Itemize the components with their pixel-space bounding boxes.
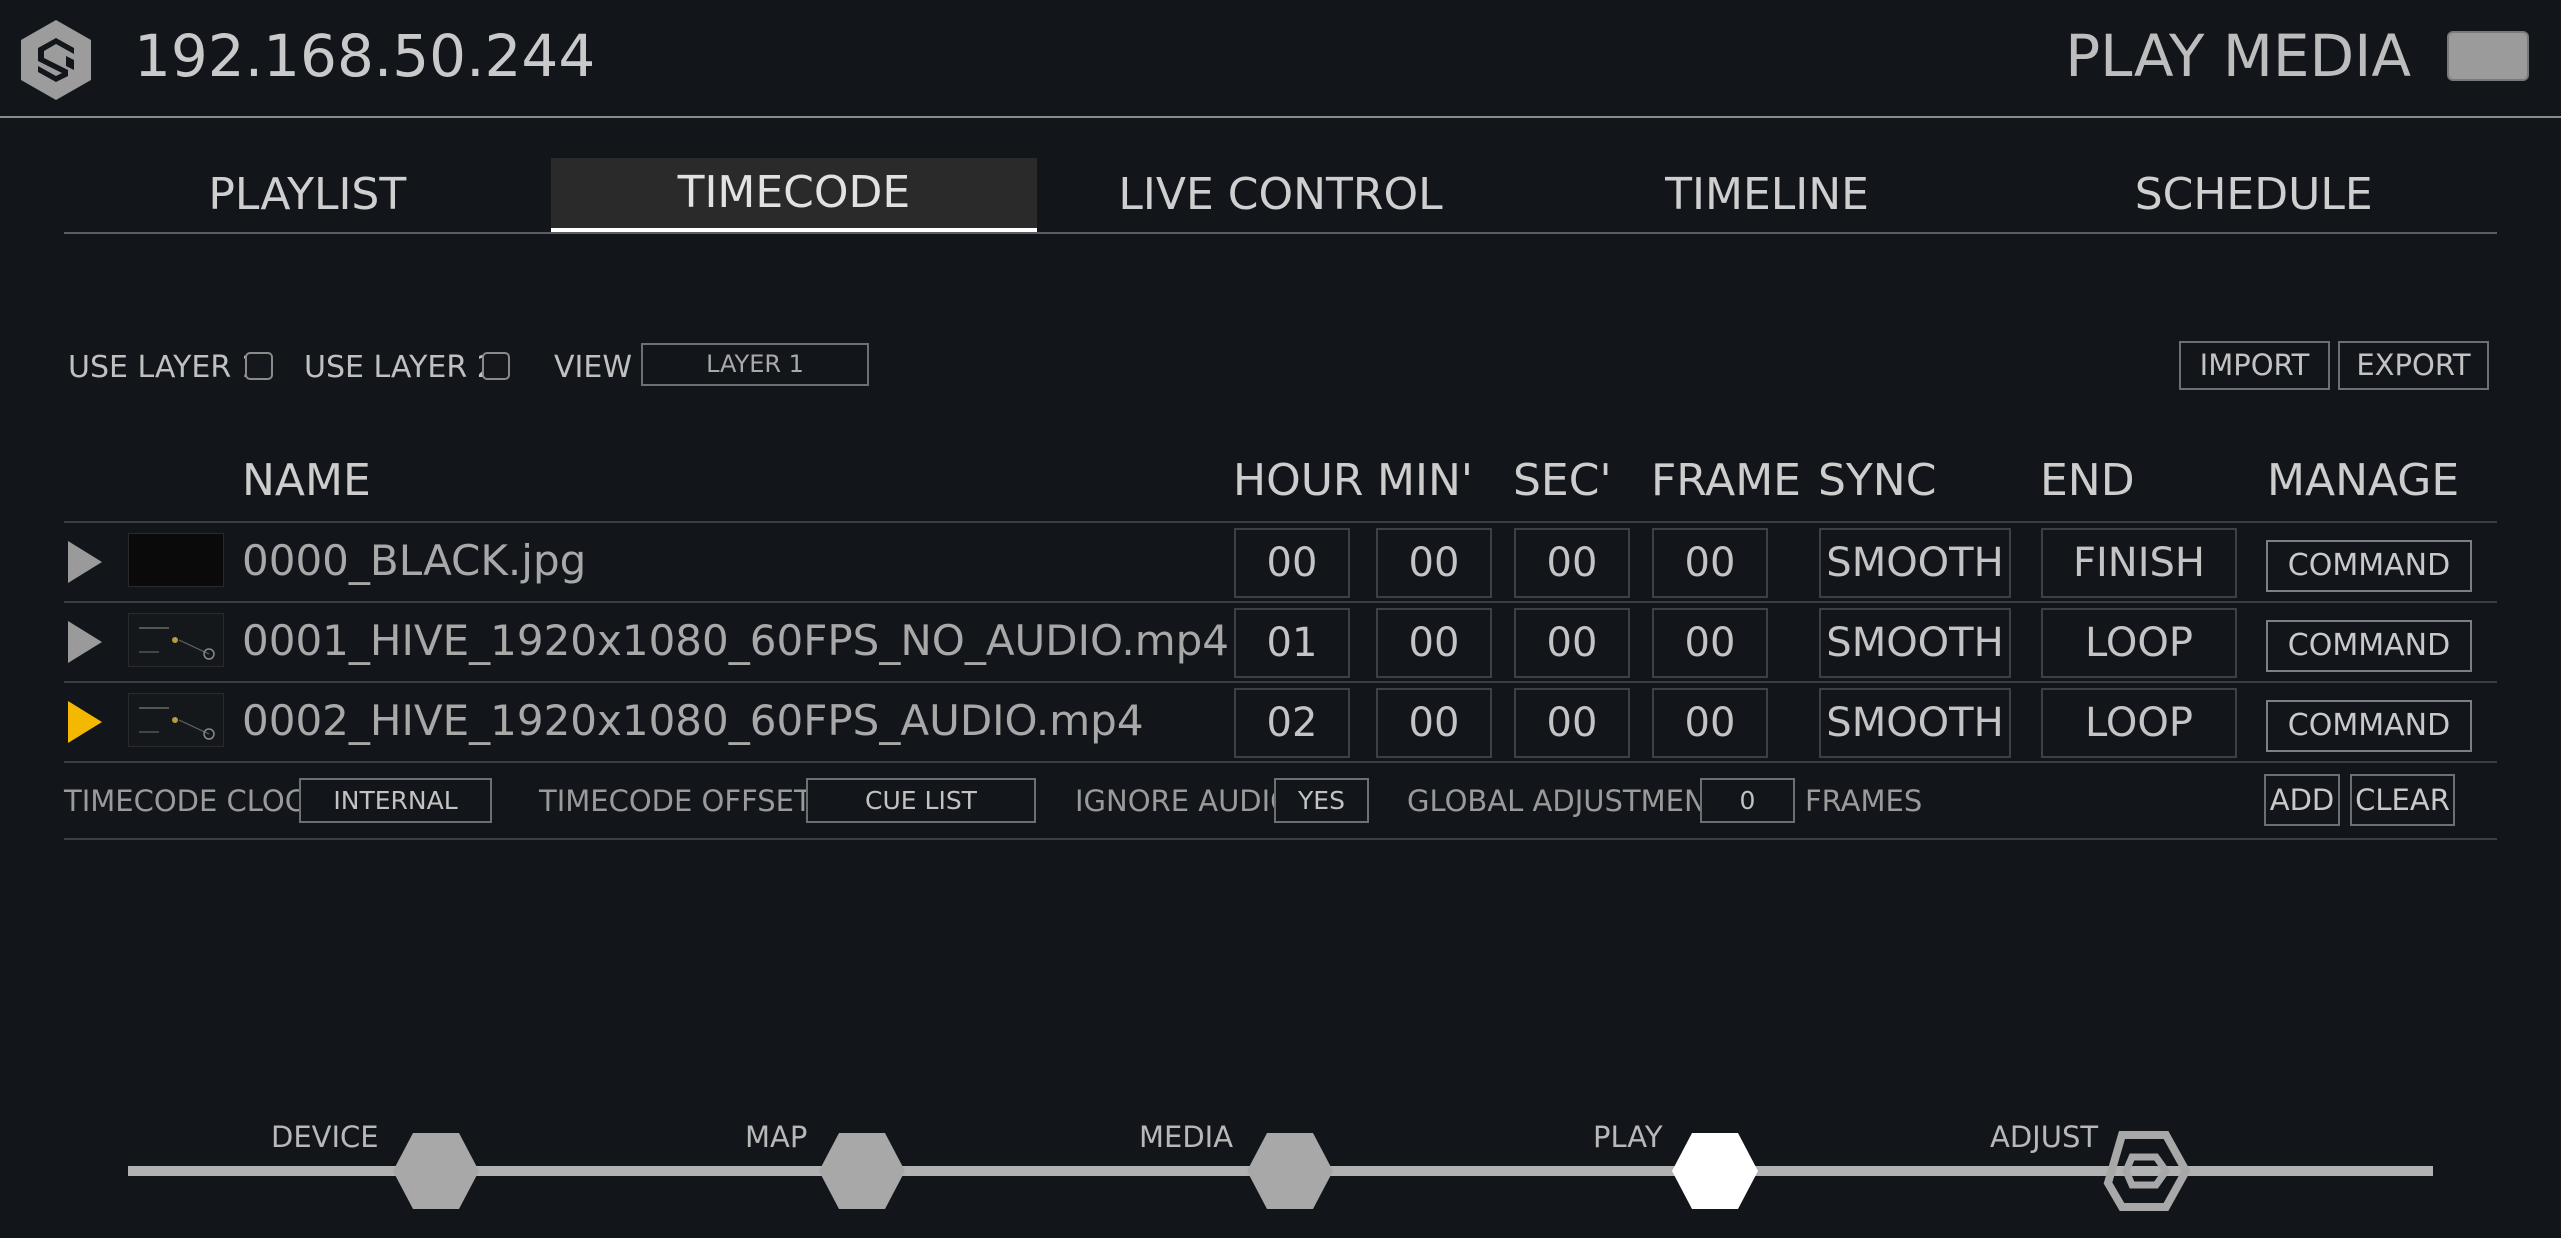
command-button[interactable]: COMMAND: [2266, 620, 2472, 672]
import-button[interactable]: IMPORT: [2179, 341, 2330, 390]
play-icon-active[interactable]: [68, 701, 102, 743]
step-media-hex-icon[interactable]: [1245, 1131, 1335, 1211]
column-header-min: MIN': [1377, 455, 1473, 506]
app-header: 192.168.50.244 PLAY MEDIA: [0, 0, 2561, 118]
table-row[interactable]: 0001_HIVE_1920x1080_60FPS_NO_AUDIO.mp4 0…: [0, 603, 2561, 681]
step-play-hex-icon[interactable]: [1670, 1131, 1760, 1211]
thumbnail-preview-icon: [139, 627, 215, 660]
timecode-offsets-label: TIMECODE OFFSETS: [539, 784, 831, 818]
column-header-hour: HOUR: [1233, 455, 1364, 506]
step-map-hex-icon[interactable]: [817, 1131, 907, 1211]
command-button[interactable]: COMMAND: [2266, 540, 2472, 592]
tab-timecode[interactable]: TIMECODE: [550, 158, 1038, 232]
end-select[interactable]: LOOP: [2041, 688, 2237, 758]
hour-input[interactable]: 00: [1234, 528, 1350, 598]
thumbnail-preview-icon: [139, 707, 215, 740]
table-divider: [64, 761, 2497, 763]
device-ip: 192.168.50.244: [134, 22, 596, 90]
hour-input[interactable]: 02: [1234, 688, 1350, 758]
page-mode-title: PLAY MEDIA: [2065, 22, 2411, 90]
add-button[interactable]: ADD: [2264, 774, 2340, 826]
min-input[interactable]: 00: [1376, 608, 1492, 678]
play-icon[interactable]: [68, 621, 102, 663]
frames-label: FRAMES: [1805, 784, 1923, 818]
tab-playlist[interactable]: PLAYLIST: [64, 158, 551, 232]
media-filename: 0002_HIVE_1920x1080_60FPS_AUDIO.mp4: [242, 696, 1144, 745]
use-layer-1-label: USE LAYER 1: [68, 350, 260, 385]
use-layer-2-checkbox[interactable]: [482, 352, 510, 380]
timecode-offsets-select[interactable]: CUE LIST: [806, 778, 1036, 823]
mode-toggle-button[interactable]: [2447, 31, 2529, 81]
use-layer-2-label: USE LAYER 2: [304, 350, 496, 385]
ignore-audio-label: IGNORE AUDIO: [1075, 784, 1294, 818]
column-header-sync: SYNC: [1818, 455, 1937, 506]
footer-divider: [64, 838, 2497, 840]
frame-input[interactable]: 00: [1652, 688, 1768, 758]
tab-bar: PLAYLIST TIMECODE LIVE CONTROL TIMELINE …: [64, 158, 2497, 234]
global-adjustment-label: GLOBAL ADJUSTMENT: [1407, 784, 1724, 818]
nav-label-device: DEVICE: [271, 1120, 379, 1154]
min-input[interactable]: 00: [1376, 688, 1492, 758]
hive-logo-icon: [21, 20, 91, 100]
use-layer-1-checkbox[interactable]: [245, 352, 273, 380]
nav-label-media: MEDIA: [1139, 1120, 1234, 1154]
media-filename: 0000_BLACK.jpg: [242, 536, 587, 585]
nav-label-map: MAP: [745, 1120, 808, 1154]
frame-input[interactable]: 00: [1652, 528, 1768, 598]
clear-button[interactable]: CLEAR: [2350, 774, 2455, 826]
sec-input[interactable]: 00: [1514, 528, 1630, 598]
sec-input[interactable]: 00: [1514, 688, 1630, 758]
media-filename: 0001_HIVE_1920x1080_60FPS_NO_AUDIO.mp4: [242, 616, 1230, 665]
hour-input[interactable]: 01: [1234, 608, 1350, 678]
timecode-clock-select[interactable]: INTERNAL: [299, 778, 492, 823]
sync-select[interactable]: SMOOTH: [1819, 608, 2011, 678]
export-button[interactable]: EXPORT: [2338, 341, 2489, 390]
media-thumbnail: [128, 533, 224, 587]
sync-select[interactable]: SMOOTH: [1819, 688, 2011, 758]
step-device-hex-icon[interactable]: [391, 1131, 481, 1211]
sec-input[interactable]: 00: [1514, 608, 1630, 678]
global-adjustment-input[interactable]: 0: [1700, 778, 1795, 823]
command-button[interactable]: COMMAND: [2266, 700, 2472, 752]
table-row[interactable]: 0000_BLACK.jpg 00 00 00 00 SMOOTH FINISH…: [0, 523, 2561, 601]
tab-live-control[interactable]: LIVE CONTROL: [1037, 158, 1524, 232]
min-input[interactable]: 00: [1376, 528, 1492, 598]
column-header-sec: SEC': [1513, 455, 1612, 506]
frame-input[interactable]: 00: [1652, 608, 1768, 678]
sync-select[interactable]: SMOOTH: [1819, 528, 2011, 598]
column-header-name: NAME: [242, 455, 371, 506]
media-thumbnail: [128, 693, 224, 747]
table-row[interactable]: 0002_HIVE_1920x1080_60FPS_AUDIO.mp4 02 0…: [0, 683, 2561, 761]
column-header-end: END: [2040, 455, 2135, 506]
tab-timeline[interactable]: TIMELINE: [1524, 158, 2011, 232]
media-thumbnail: [128, 613, 224, 667]
end-select[interactable]: FINISH: [2041, 528, 2237, 598]
nav-label-adjust: ADJUST: [1990, 1120, 2099, 1154]
step-adjust-hex-icon[interactable]: [2100, 1131, 2190, 1211]
ignore-audio-select[interactable]: YES: [1274, 778, 1369, 823]
view-layer-select[interactable]: LAYER 1: [641, 343, 869, 386]
view-label: VIEW: [554, 350, 632, 385]
play-icon[interactable]: [68, 541, 102, 583]
timecode-clock-label: TIMECODE CLOCK: [64, 784, 325, 818]
end-select[interactable]: LOOP: [2041, 608, 2237, 678]
tab-schedule[interactable]: SCHEDULE: [2010, 158, 2497, 232]
column-header-manage: MANAGE: [2267, 455, 2460, 506]
nav-label-play: PLAY: [1593, 1120, 1663, 1154]
column-header-frame: FRAME: [1651, 455, 1801, 506]
